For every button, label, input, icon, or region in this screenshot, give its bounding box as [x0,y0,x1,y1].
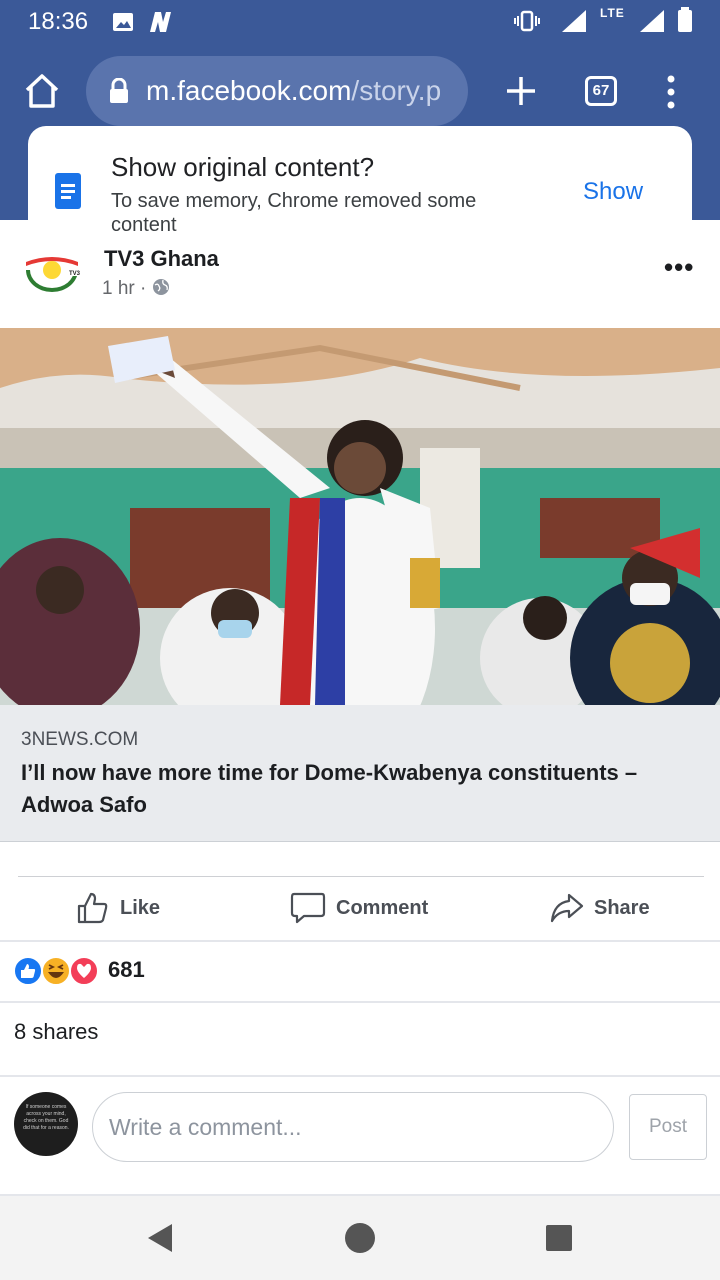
post-image[interactable] [0,328,720,705]
comment-label: Comment [336,896,429,919]
home-icon[interactable] [22,72,62,115]
reaction-count[interactable]: 681 [108,957,145,983]
show-button[interactable]: Show [583,178,643,206]
shares-count[interactable]: 8 shares [14,1019,98,1045]
divider [0,1075,720,1077]
comment-button[interactable]: Comment [290,888,428,928]
url-path: /story.p [351,75,442,106]
battery-icon [676,6,694,39]
globe-icon [152,279,169,295]
divider [0,940,720,942]
back-icon[interactable] [146,1222,174,1259]
signal-icon [560,8,588,39]
comment-icon [290,892,326,924]
url-bar[interactable]: m.facebook.com/story.p [86,56,468,126]
link-domain: 3NEWS.COM [21,729,139,750]
recents-icon[interactable] [545,1224,573,1257]
home-nav-icon[interactable] [344,1222,376,1259]
thumbs-up-icon [77,892,108,924]
post-time: 1 hr [102,278,135,299]
page-name[interactable]: TV3 Ghana [104,246,219,272]
page-avatar[interactable]: TV3 [24,252,84,294]
link-preview[interactable]: 3NEWS.COM I’ll now have more time for Do… [0,705,720,842]
lock-icon [108,77,130,109]
like-button[interactable]: Like [76,888,160,928]
comment-input[interactable] [92,1092,614,1162]
share-icon [550,893,584,923]
restore-content-prompt: Show original content? To save memory, C… [28,126,692,236]
user-avatar: If someone comes across your mind, check… [14,1092,78,1156]
link-headline: I’ll now have more time for Dome-Kwabeny… [21,760,638,817]
url-host: m.facebook.com [146,75,352,106]
menu-icon[interactable] [664,74,678,115]
vibrate-icon [514,10,540,37]
separator-dot: · [140,278,147,299]
action-divider [18,876,704,877]
system-nav-bar [0,1196,720,1280]
status-bar: 18:36 LTE [0,0,720,46]
tab-switcher-button[interactable]: 67 [585,76,617,106]
prompt-message: To save memory, Chrome removed some cont… [111,190,477,236]
signal-icon [638,8,666,39]
prompt-title: Show original content? [111,152,375,182]
new-tab-icon[interactable] [504,74,538,113]
network-type: LTE [600,6,625,20]
post-timestamp[interactable]: 1 hr · [102,278,170,300]
n-app-icon [146,10,174,39]
divider [0,1001,720,1003]
like-label: Like [120,896,161,919]
reactions-summary[interactable] [12,954,102,988]
share-button[interactable]: Share [550,888,650,928]
more-options-icon[interactable]: ••• [664,252,694,283]
status-time: 18:36 [28,8,89,35]
svg-text:TV3: TV3 [69,271,81,277]
image-icon [112,12,134,37]
share-label: Share [594,896,650,919]
document-icon [54,172,82,215]
post-comment-button[interactable]: Post [629,1094,707,1160]
